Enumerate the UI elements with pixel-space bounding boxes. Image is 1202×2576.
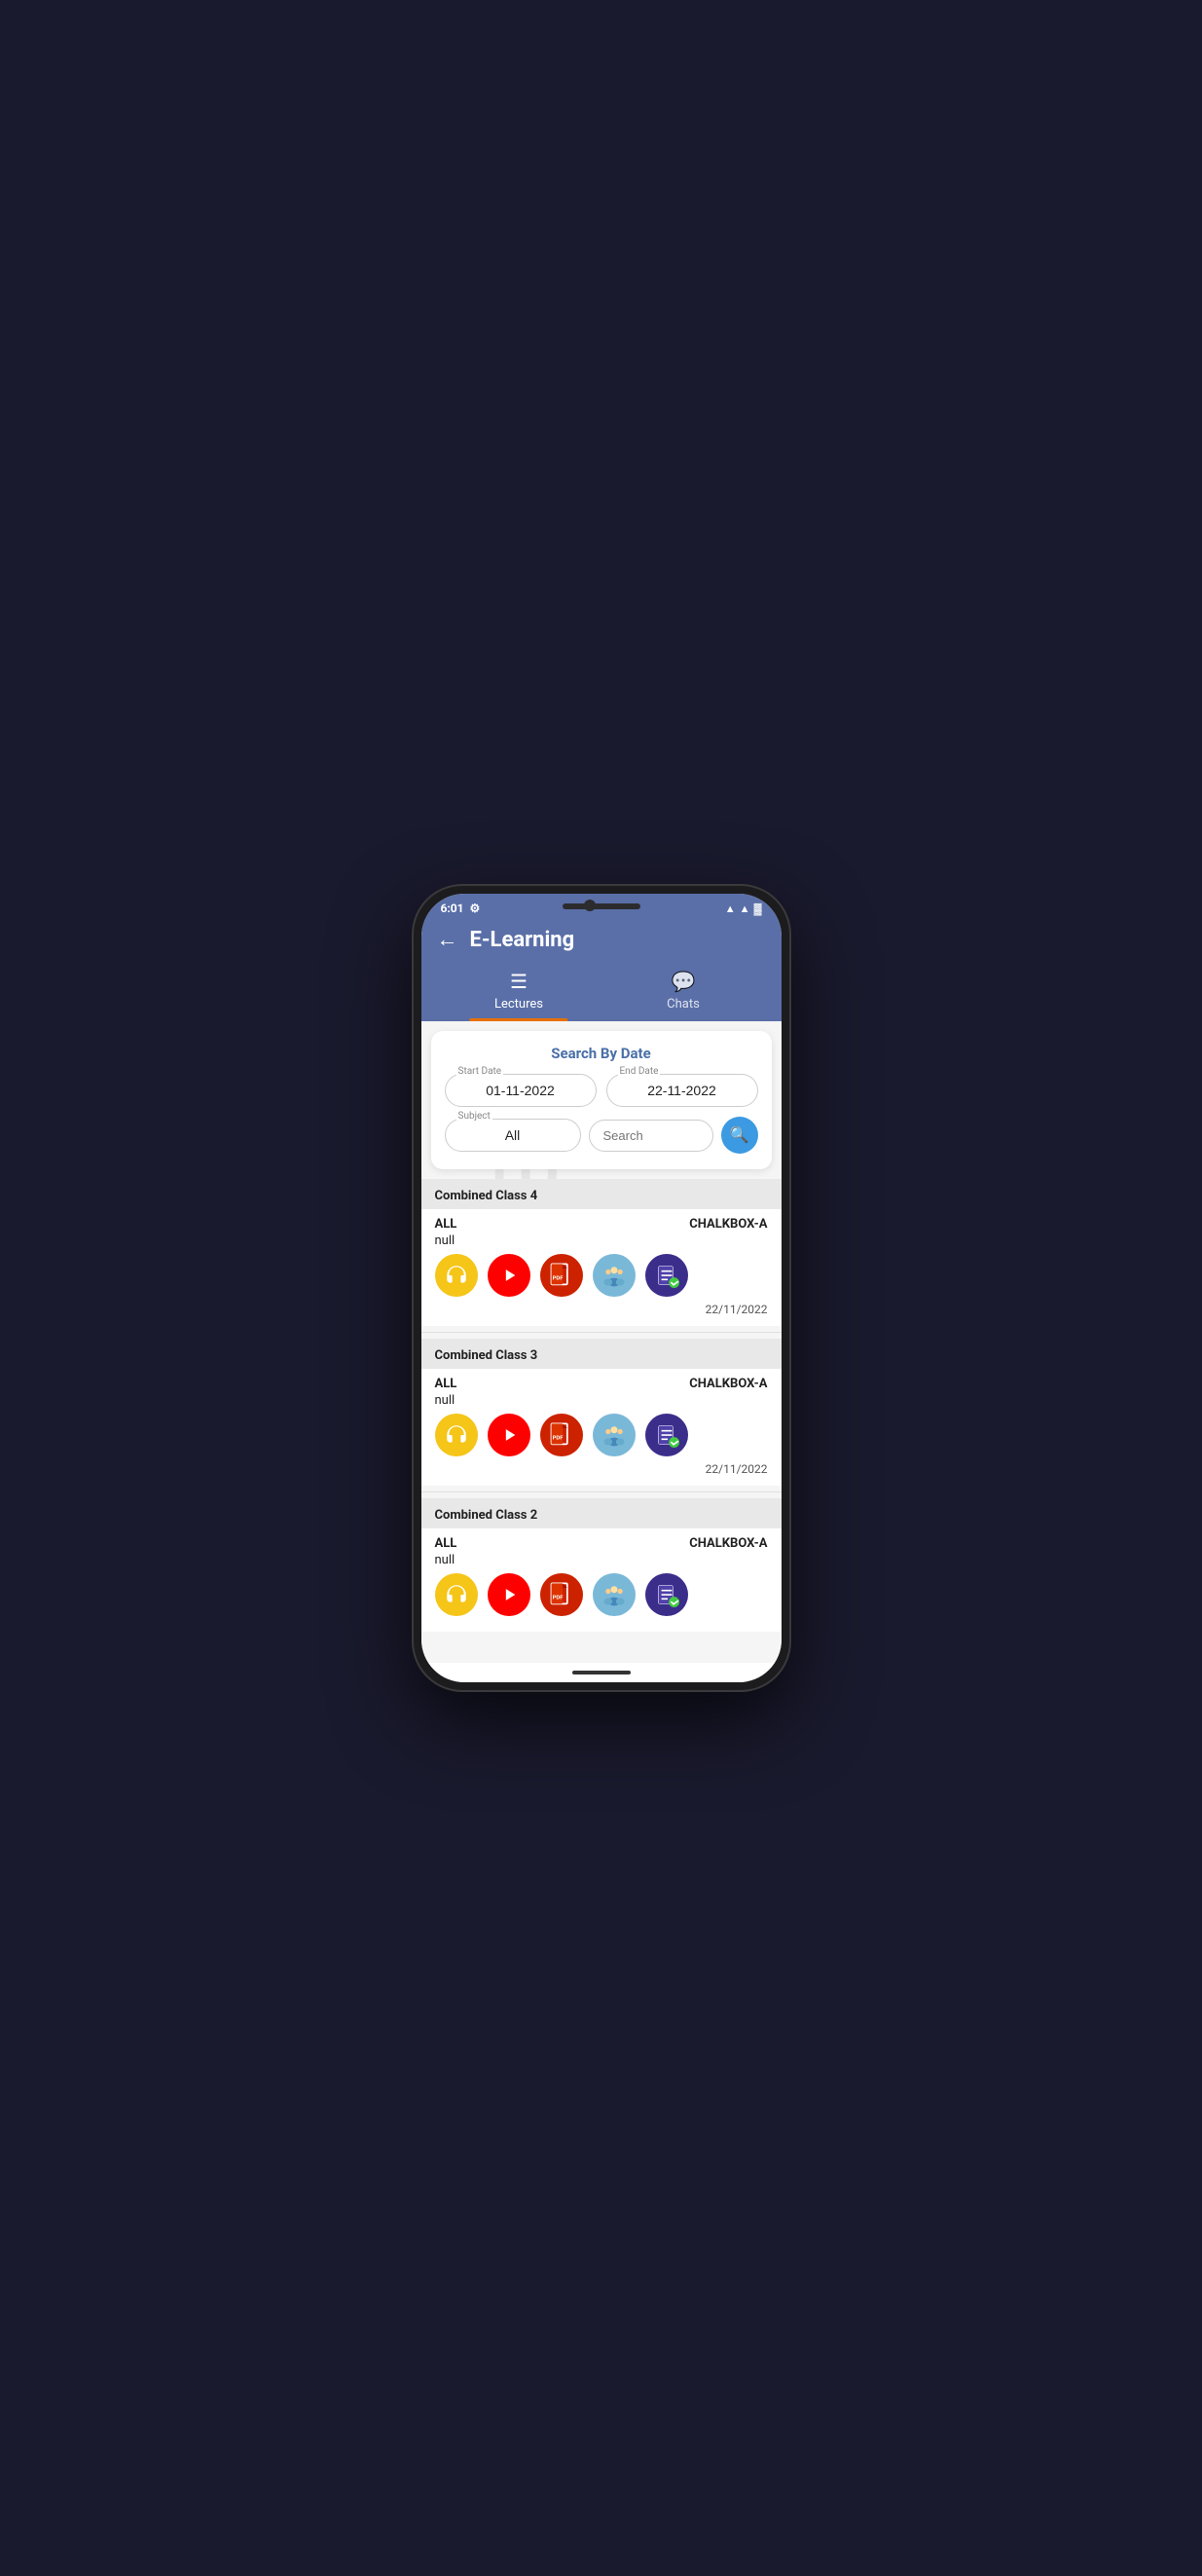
subject-label: Subject xyxy=(456,1111,492,1122)
youtube-icon[interactable] xyxy=(488,1414,530,1456)
class-chalkbox-label: CHALKBOX-A xyxy=(689,1536,767,1551)
start-date-input[interactable] xyxy=(445,1074,597,1107)
subject-input[interactable] xyxy=(445,1119,581,1152)
phone-screen: 6:01 ⚙ ▲ ▲ ▓ ← E-Learning ☰ Lectures xyxy=(421,894,782,1682)
chats-icon: 💬 xyxy=(672,970,696,993)
assignment-icon[interactable] xyxy=(645,1573,688,1616)
headphone-icon[interactable] xyxy=(435,1573,478,1616)
lectures-icon: ☰ xyxy=(510,970,528,993)
class-card-header: Combined Class 2 xyxy=(421,1498,782,1528)
class-null-label: null xyxy=(435,1393,768,1408)
card-divider xyxy=(421,1491,782,1492)
class-all-label: ALL xyxy=(435,1377,457,1391)
icons-row: PDF xyxy=(435,1254,768,1297)
signal-icon: ▲ xyxy=(740,902,750,915)
search-button[interactable]: 🔍 xyxy=(721,1117,758,1154)
svg-text:PDF: PDF xyxy=(552,1436,564,1442)
people-icon[interactable] xyxy=(593,1414,636,1456)
search-by-date-title: Search By Date xyxy=(445,1045,758,1062)
class-date: 22/11/2022 xyxy=(435,1462,768,1476)
header-top: ← E-Learning xyxy=(437,927,766,962)
search-panel: Search By Date Start Date End Date Subje… xyxy=(431,1031,772,1169)
tab-lectures[interactable]: ☰ Lectures xyxy=(437,962,601,1021)
class-meta: ALL CHALKBOX-A xyxy=(435,1536,768,1551)
class-null-label: null xyxy=(435,1233,768,1248)
assignment-icon[interactable] xyxy=(645,1254,688,1297)
settings-icon: ⚙ xyxy=(470,902,481,915)
phone-device: 6:01 ⚙ ▲ ▲ ▓ ← E-Learning ☰ Lectures xyxy=(412,884,791,1692)
class-card-header: Combined Class 4 xyxy=(421,1179,782,1209)
lectures-label: Lectures xyxy=(494,997,543,1012)
status-time: 6:01 xyxy=(441,902,464,915)
svg-text:PDF: PDF xyxy=(552,1276,564,1282)
assignment-icon[interactable] xyxy=(645,1414,688,1456)
battery-icon: ▓ xyxy=(753,902,761,915)
pdf-icon[interactable]: PDF xyxy=(540,1254,583,1297)
icons-row: PDF xyxy=(435,1573,768,1616)
headphone-icon[interactable] xyxy=(435,1254,478,1297)
app-title: E-Learning xyxy=(470,928,575,952)
start-date-field: Start Date xyxy=(445,1074,597,1107)
search-icon: 🔍 xyxy=(730,1125,749,1145)
class-meta: ALL CHALKBOX-A xyxy=(435,1377,768,1391)
class-card: Combined Class 2 ALL CHALKBOX-A null PDF xyxy=(421,1498,782,1632)
main-content: BACK TOSCHOOL Search By Date Start Date … xyxy=(421,1021,782,1663)
class-all-label: ALL xyxy=(435,1217,457,1232)
class-all-label: ALL xyxy=(435,1536,457,1551)
subject-field: Subject xyxy=(445,1119,581,1152)
search-input-wrap xyxy=(589,1120,713,1152)
card-divider xyxy=(421,1332,782,1333)
class-card-header: Combined Class 3 xyxy=(421,1339,782,1369)
class-date: 22/11/2022 xyxy=(435,1303,768,1316)
class-name: Combined Class 4 xyxy=(435,1189,538,1203)
end-date-field: End Date xyxy=(606,1074,758,1107)
class-meta: ALL CHALKBOX-A xyxy=(435,1217,768,1232)
start-date-label: Start Date xyxy=(456,1066,504,1077)
subject-search-row: Subject 🔍 xyxy=(445,1117,758,1154)
date-row: Start Date End Date xyxy=(445,1074,758,1107)
class-name: Combined Class 3 xyxy=(435,1348,538,1363)
class-chalkbox-label: CHALKBOX-A xyxy=(689,1377,767,1391)
chats-label: Chats xyxy=(667,997,700,1012)
pdf-icon[interactable]: PDF xyxy=(540,1573,583,1616)
headphone-icon[interactable] xyxy=(435,1414,478,1456)
status-right: ▲ ▲ ▓ xyxy=(725,902,762,915)
bottom-bar xyxy=(421,1663,782,1682)
tab-chats[interactable]: 💬 Chats xyxy=(601,962,766,1021)
phone-camera xyxy=(584,900,596,911)
app-header: ← E-Learning ☰ Lectures 💬 Chats xyxy=(421,919,782,1021)
phone-speaker xyxy=(563,903,640,909)
class-name: Combined Class 2 xyxy=(435,1508,538,1523)
search-input[interactable] xyxy=(589,1120,713,1152)
end-date-input[interactable] xyxy=(606,1074,758,1107)
svg-text:PDF: PDF xyxy=(552,1596,564,1601)
tab-bar: ☰ Lectures 💬 Chats xyxy=(437,962,766,1021)
back-button[interactable]: ← xyxy=(437,927,458,952)
icons-row: PDF xyxy=(435,1414,768,1456)
status-left: 6:01 ⚙ xyxy=(441,902,481,915)
pdf-icon[interactable]: PDF xyxy=(540,1414,583,1456)
class-chalkbox-label: CHALKBOX-A xyxy=(689,1217,767,1232)
wifi-icon: ▲ xyxy=(725,902,736,915)
class-card: Combined Class 4 ALL CHALKBOX-A null PDF… xyxy=(421,1179,782,1326)
youtube-icon[interactable] xyxy=(488,1573,530,1616)
people-icon[interactable] xyxy=(593,1573,636,1616)
youtube-icon[interactable] xyxy=(488,1254,530,1297)
end-date-label: End Date xyxy=(618,1066,661,1077)
class-card: Combined Class 3 ALL CHALKBOX-A null PDF… xyxy=(421,1339,782,1486)
home-indicator xyxy=(572,1671,631,1674)
class-null-label: null xyxy=(435,1553,768,1567)
class-cards-container: Combined Class 4 ALL CHALKBOX-A null PDF… xyxy=(421,1179,782,1632)
people-icon[interactable] xyxy=(593,1254,636,1297)
